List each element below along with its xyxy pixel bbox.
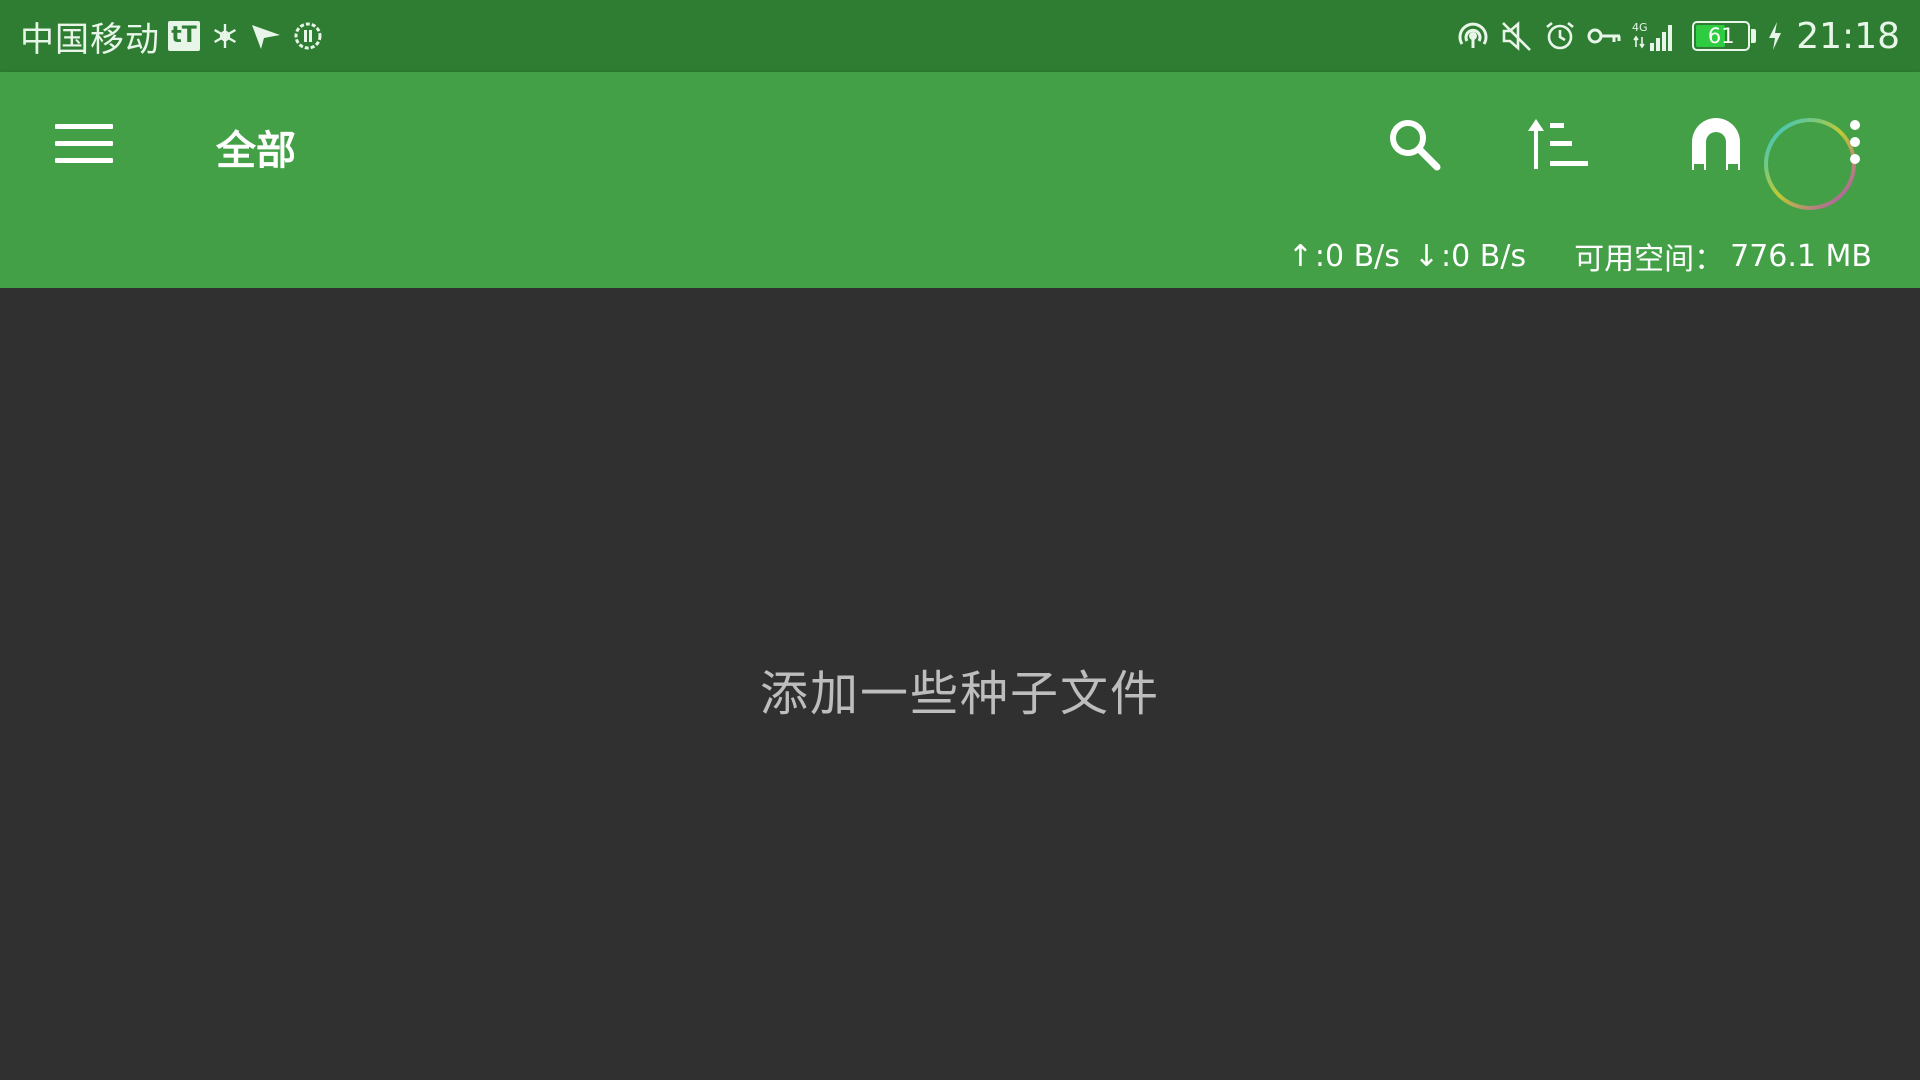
- search-icon: [1390, 120, 1441, 171]
- torrent-list-area: 添加一些种子文件: [0, 288, 1920, 1080]
- status-bar-left: 中国移动 tT: [20, 0, 324, 72]
- battery-percent: 61: [1707, 24, 1735, 48]
- svg-text:4G: 4G: [1632, 21, 1648, 34]
- tt-app-icon: tT: [168, 21, 200, 51]
- status-bar: 中国移动 tT 4G 61 21:18: [0, 0, 1920, 72]
- hotspot-icon: [1456, 20, 1490, 52]
- sort-icon: [1528, 119, 1588, 169]
- mute-icon: [1500, 20, 1534, 52]
- charging-icon: [1766, 20, 1784, 52]
- upload-speed: ↑ :0 B/s: [1288, 239, 1400, 274]
- sort-button[interactable]: [1514, 102, 1602, 186]
- search-button[interactable]: [1370, 102, 1458, 186]
- signal-icon: 4G: [1632, 19, 1678, 53]
- battery-icon: 61: [1692, 21, 1751, 51]
- alarm-icon: [1544, 20, 1576, 52]
- arrow-up-icon: ↑: [1287, 238, 1313, 274]
- empty-state-message: 添加一些种子文件: [759, 666, 1160, 722]
- download-speed: ↓ :0 B/s: [1414, 239, 1526, 274]
- send-icon: [250, 21, 282, 51]
- magnet-icon: [1692, 118, 1740, 170]
- app-toolbar: 全部 ↑:0 B/s ↓:0 B/s 可用空间： 776.1 MB: [0, 72, 1920, 288]
- page-title[interactable]: 全部: [216, 118, 296, 176]
- carrier-name: 中国移动: [20, 19, 160, 60]
- download-speed-value: :0 B/s: [1441, 238, 1527, 274]
- free-space-label: 可用空间：: [1574, 242, 1725, 277]
- status-bar-right: 4G 61 21:18: [1446, 0, 1900, 72]
- pause-circle-icon: [292, 20, 324, 52]
- more-vert-icon: [1850, 120, 1860, 164]
- vpn-key-icon: [1586, 24, 1622, 48]
- menu-icon: [55, 124, 113, 163]
- battery-cap: [1751, 29, 1757, 43]
- more-options-button[interactable]: [1830, 102, 1880, 186]
- add-magnet-button[interactable]: [1672, 102, 1760, 186]
- menu-button[interactable]: [40, 110, 128, 178]
- transfer-stats: ↑ :0 B/s ↓ :0 B/s 可用空间： 776.1 MB: [1288, 234, 1872, 278]
- upload-speed-value: :0 B/s: [1314, 238, 1400, 274]
- free-space-value: 776.1 MB: [1730, 238, 1872, 274]
- arrow-down-icon: ↓: [1413, 238, 1440, 274]
- snowflake-icon: [210, 21, 240, 51]
- clock: 21:18: [1796, 15, 1900, 57]
